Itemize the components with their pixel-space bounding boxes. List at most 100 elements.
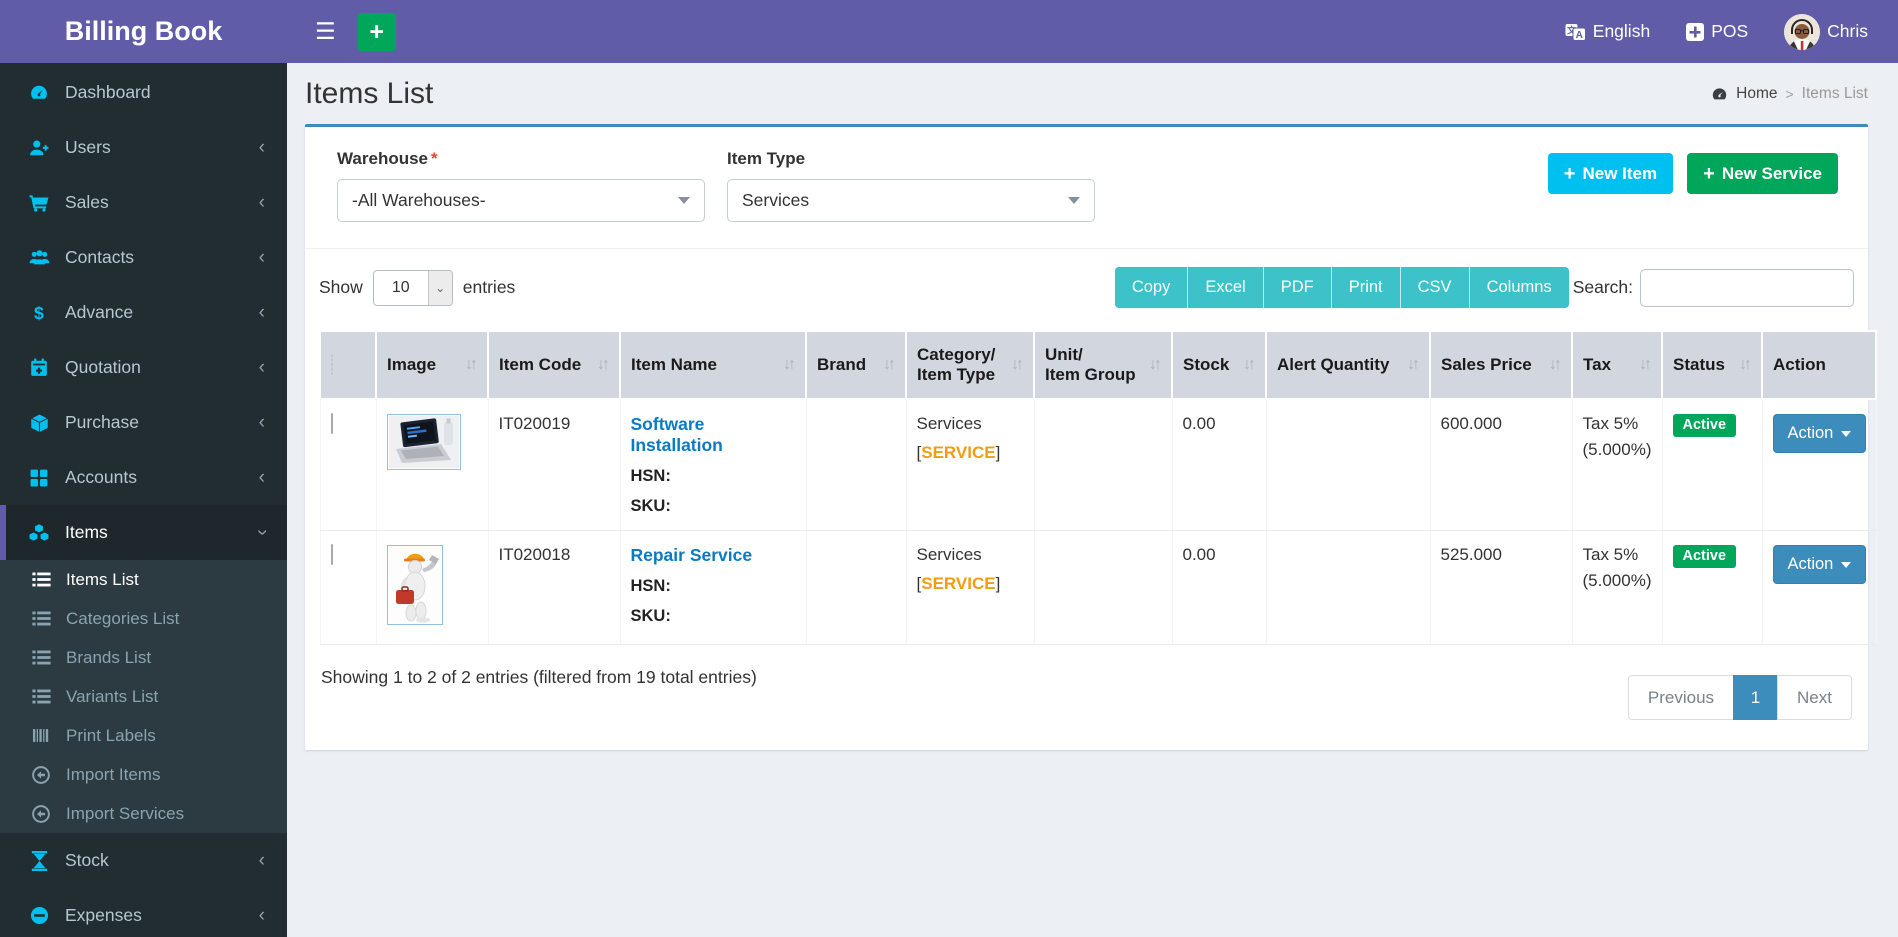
column-unit-item-group[interactable]: Unit/Item Group ↓↑ <box>1033 330 1173 400</box>
new-item-button[interactable]: + New Item <box>1547 153 1674 194</box>
column-status[interactable]: Status ↓↑ <box>1661 330 1763 400</box>
chevron-left-icon: ‹ <box>258 905 265 926</box>
sidebar-item-label: Contacts <box>65 247 135 267</box>
sidebar-item-label: Advance <box>65 302 134 322</box>
column-image[interactable]: Image ↓↑ <box>375 330 489 400</box>
print-button[interactable]: Print <box>1331 267 1401 308</box>
sidebar-item-items[interactable]: Items ‹ <box>0 505 287 560</box>
action-dropdown-button[interactable]: Action <box>1772 414 1867 453</box>
sidebar-item-sales[interactable]: Sales ‹ <box>0 175 287 230</box>
language-label: English <box>1592 21 1651 41</box>
breadcrumb-separator: > <box>1785 86 1794 102</box>
sidebar-subitem-variants-list[interactable]: Variants List <box>0 677 287 716</box>
sidebar-item-label: Accounts <box>65 467 137 487</box>
content-header: Items List Home > Items List <box>287 63 1898 124</box>
status-cell: Active <box>1662 399 1763 531</box>
item-image-laptop-photo[interactable] <box>386 414 461 470</box>
column-brand[interactable]: Brand ↓↑ <box>805 330 907 400</box>
warehouse-selected-value: -All Warehouses- <box>352 190 486 210</box>
pos-label: POS <box>1711 21 1749 41</box>
column-alert-quantity[interactable]: Alert Quantity ↓↑ <box>1265 330 1431 400</box>
csv-button[interactable]: CSV <box>1400 267 1470 308</box>
sidebar-subitem-brands-list[interactable]: Brands List <box>0 638 287 677</box>
sidebar-subitem-items-list[interactable]: Items List <box>0 560 287 599</box>
column-tax[interactable]: Tax ↓↑ <box>1571 330 1663 400</box>
action-cell: Action <box>1762 530 1877 645</box>
cube-icon <box>26 412 52 433</box>
sidebar-item-contacts[interactable]: Contacts ‹ <box>0 230 287 285</box>
sidebar-subitem-categories-list[interactable]: Categories List <box>0 599 287 638</box>
status-cell: Active <box>1662 530 1763 645</box>
copy-button[interactable]: Copy <box>1114 267 1189 308</box>
table-row: IT020018 Repair Service HSN: SKU: Servic… <box>319 530 1877 645</box>
page-length-control: Show 10 ⌄ entries <box>319 269 516 306</box>
pdf-button[interactable]: PDF <box>1263 267 1332 308</box>
export-buttons: Copy Excel PDF Print CSV Columns <box>1114 267 1569 308</box>
sidebar-subitem-import-services[interactable]: Import Services <box>0 794 287 833</box>
user-menu[interactable]: Chris <box>1784 13 1868 50</box>
sidebar-item-stock[interactable]: Stock ‹ <box>0 833 287 888</box>
minus-circle-icon <box>26 906 52 925</box>
page-length-value: 10 <box>391 278 410 296</box>
excel-button[interactable]: Excel <box>1188 267 1264 308</box>
column-category-item-type[interactable]: Category/Item Type ↓↑ <box>905 330 1035 400</box>
sidebar-item-advance[interactable]: $ Advance ‹ <box>0 285 287 340</box>
sidebar-item-users[interactable]: Users ‹ <box>0 120 287 175</box>
column-sales-price[interactable]: Sales Price ↓↑ <box>1429 330 1573 400</box>
sort-icon: ↓↑ <box>783 356 796 373</box>
hsn-label: HSN: <box>630 577 671 595</box>
unit-group-cell <box>1034 530 1173 645</box>
language-menu[interactable]: 文A English <box>1565 21 1650 42</box>
previous-page-button[interactable]: Previous <box>1627 675 1735 720</box>
page-1-button[interactable]: 1 <box>1733 675 1779 720</box>
app-logo[interactable]: Billing Book <box>0 0 287 63</box>
select-all-checkbox[interactable] <box>331 354 333 375</box>
next-page-button[interactable]: Next <box>1777 675 1852 720</box>
sidebar-subitem-import-items[interactable]: Import Items <box>0 755 287 794</box>
column-stock[interactable]: Stock ↓↑ <box>1171 330 1267 400</box>
entries-label: entries <box>462 277 516 297</box>
columns-button[interactable]: Columns <box>1469 267 1569 308</box>
row-checkbox[interactable] <box>330 413 333 434</box>
sidebar-subitem-print-labels[interactable]: Print Labels <box>0 716 287 755</box>
quick-add-button[interactable]: + <box>357 12 396 51</box>
item-name-link[interactable]: Repair Service <box>631 545 753 565</box>
sidebar-item-quotation[interactable]: Quotation ‹ <box>0 340 287 395</box>
sidebar-item-label: Items <box>65 522 108 542</box>
item-image-repair-figure[interactable] <box>386 545 443 625</box>
row-checkbox[interactable] <box>330 544 333 565</box>
sidebar-item-label: Dashboard <box>65 82 151 102</box>
sidebar-toggle-icon[interactable]: ☰ <box>303 18 348 45</box>
column-item-code[interactable]: Item Code ↓↑ <box>487 330 621 400</box>
new-service-button[interactable]: + New Service <box>1687 153 1838 194</box>
sidebar-item-label: Stock <box>65 850 109 870</box>
sidebar-item-purchase[interactable]: Purchase ‹ <box>0 395 287 450</box>
sidebar-item-accounts[interactable]: Accounts ‹ <box>0 450 287 505</box>
calendar-plus-icon <box>26 358 52 377</box>
sidebar-subitem-label: Import Services <box>66 803 185 823</box>
sort-icon: ↓↑ <box>1549 356 1562 373</box>
alert-quantity-cell <box>1266 399 1431 531</box>
page-length-select[interactable]: 10 ⌄ <box>372 269 453 306</box>
action-dropdown-button[interactable]: Action <box>1772 545 1867 584</box>
item-type-select[interactable]: Services <box>727 179 1095 222</box>
sidebar-item-expenses[interactable]: Expenses ‹ <box>0 888 287 937</box>
cart-icon <box>26 194 52 212</box>
search-input[interactable] <box>1640 268 1854 307</box>
search-label: Search: <box>1572 277 1633 297</box>
pos-menu[interactable]: POS <box>1686 21 1748 42</box>
category-value: Services <box>916 545 982 564</box>
sales-price-cell: 600.000 <box>1430 399 1573 531</box>
dollar-icon: $ <box>26 303 52 323</box>
category-cell: Services [SERVICE] <box>906 399 1035 531</box>
warehouse-select[interactable]: -All Warehouses- <box>337 179 705 222</box>
navbar-right: 文A English POS Chris <box>1565 13 1868 50</box>
user-plus-icon <box>26 139 52 157</box>
svg-text:A: A <box>1575 29 1582 40</box>
column-item-name[interactable]: Item Name ↓↑ <box>619 330 807 400</box>
sidebar-item-dashboard[interactable]: Dashboard <box>0 65 287 120</box>
item-name-link[interactable]: Software Installation <box>631 414 723 455</box>
warehouse-filter: Warehouse * -All Warehouses- <box>337 149 705 222</box>
breadcrumb-home[interactable]: Home <box>1736 85 1777 103</box>
gauge-icon <box>26 83 52 103</box>
